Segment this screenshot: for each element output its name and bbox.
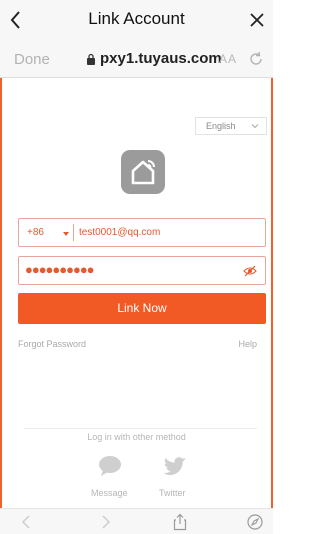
country-code-select[interactable]: +86 [27, 227, 44, 238]
close-icon[interactable] [245, 8, 269, 32]
address-bar: Done pxy1.tuyaus.com AA [0, 40, 273, 78]
forward-icon[interactable] [96, 513, 114, 531]
url-field[interactable]: pxy1.tuyaus.com [86, 50, 222, 67]
eye-hidden-icon[interactable] [243, 264, 257, 278]
nav-title-bar: Link Account [0, 0, 273, 40]
message-icon[interactable] [98, 455, 122, 477]
web-content: English +86 test0001@qq.com ●●●●●●●●●● L… [0, 78, 273, 508]
page-title: Link Account [88, 9, 185, 28]
reload-icon[interactable] [247, 50, 265, 68]
language-value: English [206, 121, 236, 131]
account-field[interactable]: +86 test0001@qq.com [18, 218, 266, 247]
url-text: pxy1.tuyaus.com [100, 50, 222, 67]
password-field[interactable]: ●●●●●●●●●● [18, 256, 266, 285]
caret-down-icon [63, 232, 69, 236]
twitter-login-label: Twitter [159, 488, 186, 498]
help-link[interactable]: Help [238, 339, 257, 349]
chevron-down-icon [251, 124, 259, 129]
text-size-button[interactable]: AA [219, 52, 237, 66]
smart-home-icon [131, 160, 155, 185]
forgot-password-link[interactable]: Forgot Password [18, 339, 86, 349]
link-now-button[interactable]: Link Now [18, 293, 266, 324]
browser-toolbar [0, 508, 273, 534]
password-input[interactable]: ●●●●●●●●●● [25, 262, 95, 277]
language-select[interactable]: English [195, 117, 267, 135]
share-icon[interactable] [171, 513, 189, 531]
done-button[interactable]: Done [14, 51, 50, 68]
divider [24, 428, 257, 429]
other-login-heading: Log in with other method [87, 432, 186, 442]
account-input[interactable]: test0001@qq.com [79, 227, 160, 238]
compass-icon[interactable] [246, 513, 264, 531]
app-logo [121, 150, 165, 194]
lock-icon [87, 53, 95, 65]
back-icon[interactable] [18, 513, 36, 531]
twitter-icon[interactable] [163, 457, 187, 477]
message-login-label: Message [91, 488, 128, 498]
field-divider [73, 224, 74, 241]
